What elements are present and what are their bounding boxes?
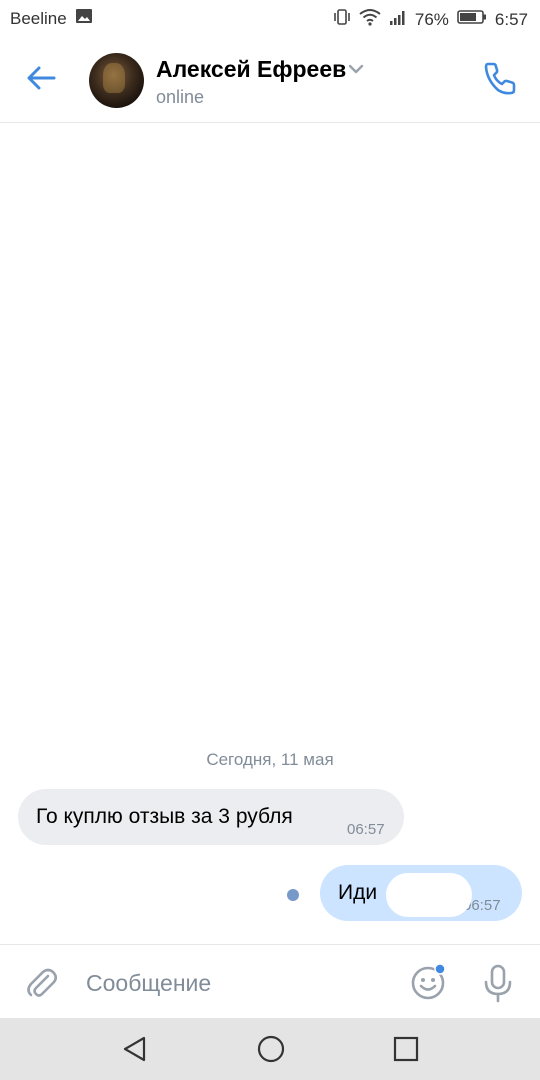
chat-header: Алексей Ефреев online — [0, 36, 540, 123]
image-icon — [75, 8, 93, 29]
signal-icon — [389, 9, 407, 30]
clock: 6:57 — [494, 9, 528, 29]
microphone-icon — [484, 964, 512, 1003]
voice-message-button[interactable] — [482, 963, 514, 1003]
status-bar-left: Beeline — [10, 8, 93, 29]
back-arrow-icon — [27, 66, 56, 90]
message-text: Иди — [338, 881, 378, 904]
contact-name[interactable]: Алексей Ефреев — [156, 56, 346, 83]
carrier-name: Beeline — [10, 8, 67, 28]
message-composer — [0, 944, 540, 1019]
battery-icon — [457, 9, 487, 30]
avatar[interactable] — [89, 53, 144, 108]
outgoing-message[interactable]: Иди 06:57 — [320, 865, 522, 921]
paperclip-icon — [27, 968, 58, 997]
call-button[interactable] — [480, 58, 520, 98]
message-text: Го куплю отзыв за 3 рубля — [36, 805, 293, 828]
emoji-icon — [411, 963, 446, 1000]
emoji-button[interactable] — [410, 963, 448, 1001]
nav-recent-icon[interactable] — [391, 1034, 421, 1064]
redaction-overlay — [386, 873, 472, 917]
date-separator: Сегодня, 11 мая — [206, 750, 334, 769]
phone-icon — [484, 62, 516, 95]
battery-percent: 76% — [414, 9, 449, 29]
chevron-down-icon[interactable] — [347, 62, 365, 80]
incoming-message[interactable]: Го куплю отзыв за 3 рубля 06:57 — [18, 789, 404, 845]
message-time: 06:57 — [347, 821, 385, 838]
status-bar: Beeline 76% 6:57 — [0, 0, 540, 36]
nav-home-icon[interactable] — [256, 1034, 286, 1064]
attach-button[interactable] — [24, 965, 60, 1001]
status-bar-right: 76% 6:57 — [333, 8, 528, 31]
contact-status: online — [156, 87, 205, 107]
back-button[interactable] — [24, 60, 60, 96]
wifi-icon — [359, 8, 381, 31]
nav-back-icon[interactable] — [120, 1034, 150, 1064]
message-input[interactable] — [86, 965, 386, 1001]
unread-indicator — [287, 889, 299, 901]
system-nav-bar — [0, 1018, 540, 1080]
vibrate-icon — [333, 8, 351, 31]
